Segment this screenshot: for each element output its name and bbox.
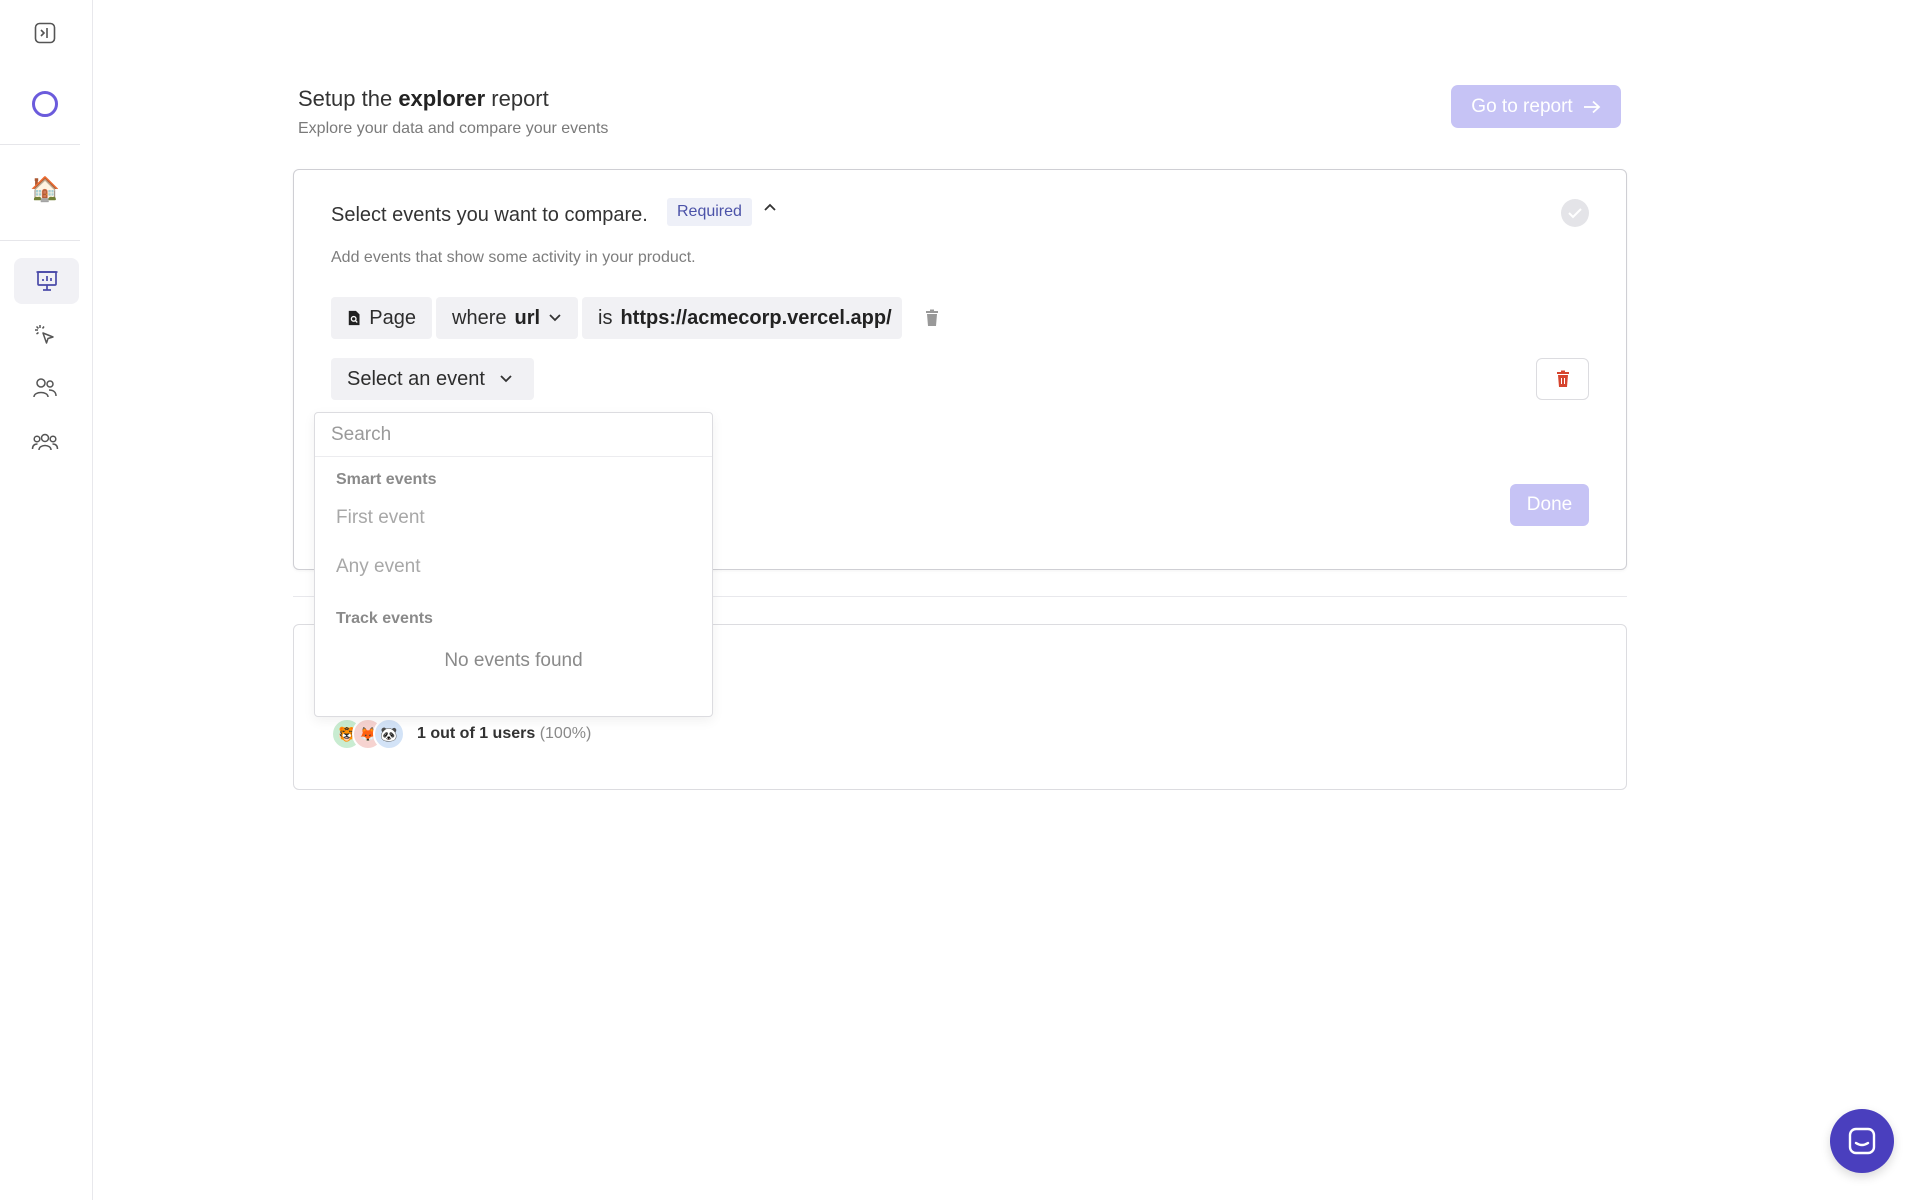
sidebar-divider <box>0 144 80 145</box>
chat-icon <box>1848 1127 1876 1155</box>
step-title: Select events you want to compare. <box>331 204 648 226</box>
sidebar: 🏠 <box>0 0 93 1200</box>
select-event-dropdown[interactable]: Select an event <box>331 358 534 400</box>
users-count-label: 1 out of 1 users <box>417 725 536 742</box>
operator-label: is <box>598 306 613 329</box>
cursor-click-icon[interactable] <box>25 315 65 355</box>
select-event-label: Select an event <box>347 367 485 390</box>
page-document-icon <box>348 310 360 326</box>
event-search-popover: Smart events First event Any event Track… <box>314 412 713 717</box>
filter-value: https://acmecorp.vercel.app/ <box>620 306 892 329</box>
event-type-label: Page <box>369 306 416 329</box>
users-percent: (100%) <box>539 725 592 742</box>
no-events-message: No events found <box>444 650 583 671</box>
value-chip[interactable]: is https://acmecorp.vercel.app/ <box>582 297 902 339</box>
sidebar-expand-icon[interactable] <box>25 13 65 53</box>
page-title: Setup the explorer report <box>298 86 549 111</box>
go-to-report-button[interactable]: Go to report <box>1451 85 1621 128</box>
event-type-chip[interactable]: Page <box>331 297 432 339</box>
users-count: 1 out of 1 users (100%) <box>417 725 591 743</box>
avatar: 🐼 <box>373 718 405 750</box>
chevron-down-icon <box>500 375 512 383</box>
remove-filter-trash-icon[interactable] <box>924 309 940 332</box>
user-group-icon[interactable] <box>25 422 65 462</box>
presentation-chart-icon <box>36 271 57 291</box>
event-search-input[interactable] <box>315 413 712 457</box>
required-badge: Required <box>667 198 752 226</box>
page-subtitle: Explore your data and compare your event… <box>298 120 609 137</box>
sidebar-item-reports[interactable] <box>14 258 79 304</box>
smart-event-item[interactable]: First event <box>336 507 425 529</box>
chevron-up-icon[interactable] <box>762 200 778 218</box>
arrow-right-icon <box>1583 100 1601 113</box>
sidebar-divider <box>0 240 80 241</box>
step-complete-check-icon <box>1561 199 1589 227</box>
smart-events-heading: Smart events <box>336 471 437 488</box>
step-subtitle: Add events that show some activity in yo… <box>331 249 696 266</box>
trash-icon <box>1556 370 1569 387</box>
go-to-report-label: Go to report <box>1471 95 1573 117</box>
users-icon[interactable] <box>25 368 65 408</box>
property-chip[interactable]: where url <box>436 297 578 339</box>
where-label: where <box>452 306 507 329</box>
property-label: url <box>514 306 541 329</box>
done-button[interactable]: Done <box>1510 484 1589 526</box>
chat-launcher-button[interactable] <box>1830 1109 1894 1173</box>
chevron-down-icon <box>549 314 561 322</box>
track-events-heading: Track events <box>336 610 433 627</box>
smart-event-item[interactable]: Any event <box>336 556 421 578</box>
avatar-stack: 🐯 🦊 🐼 <box>331 718 406 750</box>
delete-event-button[interactable] <box>1536 358 1589 400</box>
home-icon[interactable]: 🏠 <box>25 169 65 209</box>
logo-icon[interactable] <box>25 84 65 124</box>
